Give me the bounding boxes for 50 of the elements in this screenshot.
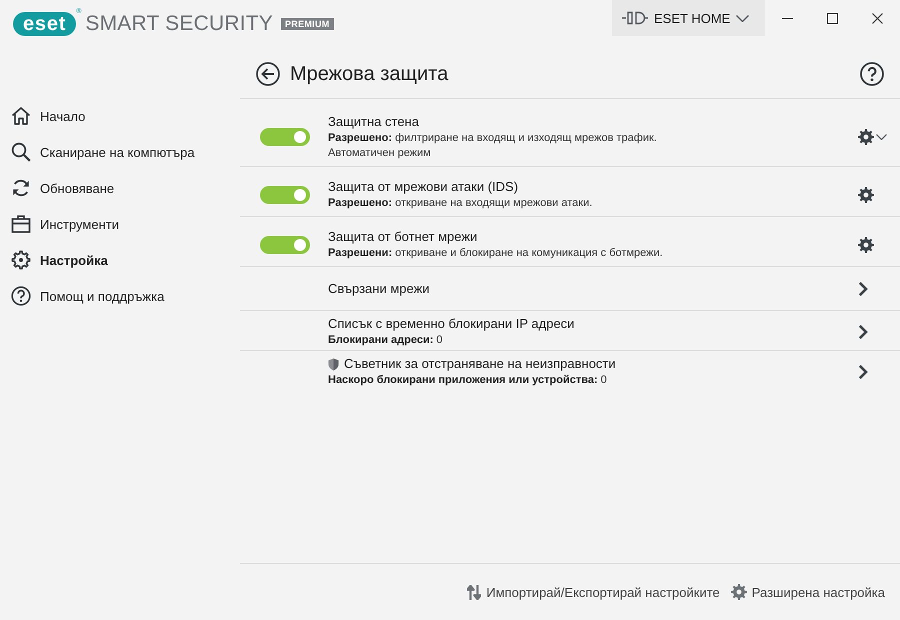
setting-description: Разрешено: откриване на входящи мрежови атаки. xyxy=(328,196,594,211)
refresh-icon xyxy=(11,178,31,198)
toggle-switch[interactable] xyxy=(260,128,310,146)
toggle-switch[interactable] xyxy=(260,236,310,254)
chevron-right-icon[interactable] xyxy=(858,364,868,380)
gear-icon[interactable] xyxy=(858,236,874,252)
edition-badge: PREMIUM xyxy=(280,18,334,30)
setting-description: Разрешено: филтриране на входящ и изходящ мрежов трафик. xyxy=(328,131,658,146)
setting-title: Защитна стена xyxy=(328,113,419,131)
help-icon xyxy=(11,286,31,306)
help-icon[interactable] xyxy=(860,62,884,86)
shield-icon xyxy=(328,358,339,370)
page-title: Мрежова защита xyxy=(290,62,448,86)
account-button[interactable]: ESET HOME xyxy=(612,0,765,36)
setting-title: Защита от мрежови атаки (IDS) xyxy=(328,178,518,196)
sidebar-item[interactable]: Инструменти xyxy=(0,206,240,242)
plug-icon xyxy=(622,11,648,25)
home-icon xyxy=(11,106,31,126)
gear-icon[interactable] xyxy=(858,186,874,202)
setting-link[interactable]: Свързани мрежи xyxy=(328,280,430,298)
gear-icon xyxy=(11,250,31,270)
maximize-icon xyxy=(827,12,838,24)
chevron-right-icon[interactable] xyxy=(858,324,868,340)
advanced-setup-link[interactable]: Разширена настройка xyxy=(730,584,885,600)
up-down-arrows-icon xyxy=(467,584,482,600)
sidebar-item[interactable]: Обновяване xyxy=(0,170,240,206)
setting-title: Защита от ботнет мрежи xyxy=(328,228,478,246)
back-icon[interactable] xyxy=(256,62,280,86)
search-icon xyxy=(11,142,31,162)
product-name: SMART SECURITY xyxy=(85,12,273,36)
sidebar-item[interactable]: Начало xyxy=(0,98,240,134)
chevron-right-icon[interactable] xyxy=(858,281,868,297)
gear-icon xyxy=(730,584,747,600)
chevron-down-icon xyxy=(736,14,750,22)
mode-note: Автоматичен режим xyxy=(328,146,432,161)
sidebar-item[interactable]: Помощ и поддръжка xyxy=(0,278,240,314)
setting-link[interactable]: Списък с временно блокирани IP адреси xyxy=(328,315,574,333)
setting-description: Блокирани адреси: 0 xyxy=(328,333,444,348)
sidebar-item[interactable]: Сканиране на компютъра xyxy=(0,134,240,170)
chevron-down-icon[interactable] xyxy=(876,134,887,140)
close-icon xyxy=(872,12,883,24)
import-export-link[interactable]: Импортирай/Експортирай настройките xyxy=(467,584,720,600)
setting-description: Наскоро блокирани приложения или устройства: 0 xyxy=(328,373,608,388)
setting-description: Разрешени: откриване и блокиране на комуникация с ботмрежи. xyxy=(328,246,664,261)
gear-icon[interactable] xyxy=(858,129,874,145)
toolbox-icon xyxy=(11,214,31,234)
logo: eset xyxy=(13,12,76,36)
setting-link[interactable]: Съветник за отстраняване на неизправности xyxy=(344,355,616,373)
toggle-switch[interactable] xyxy=(260,186,310,204)
sidebar-item[interactable]: Настройка xyxy=(0,242,240,278)
